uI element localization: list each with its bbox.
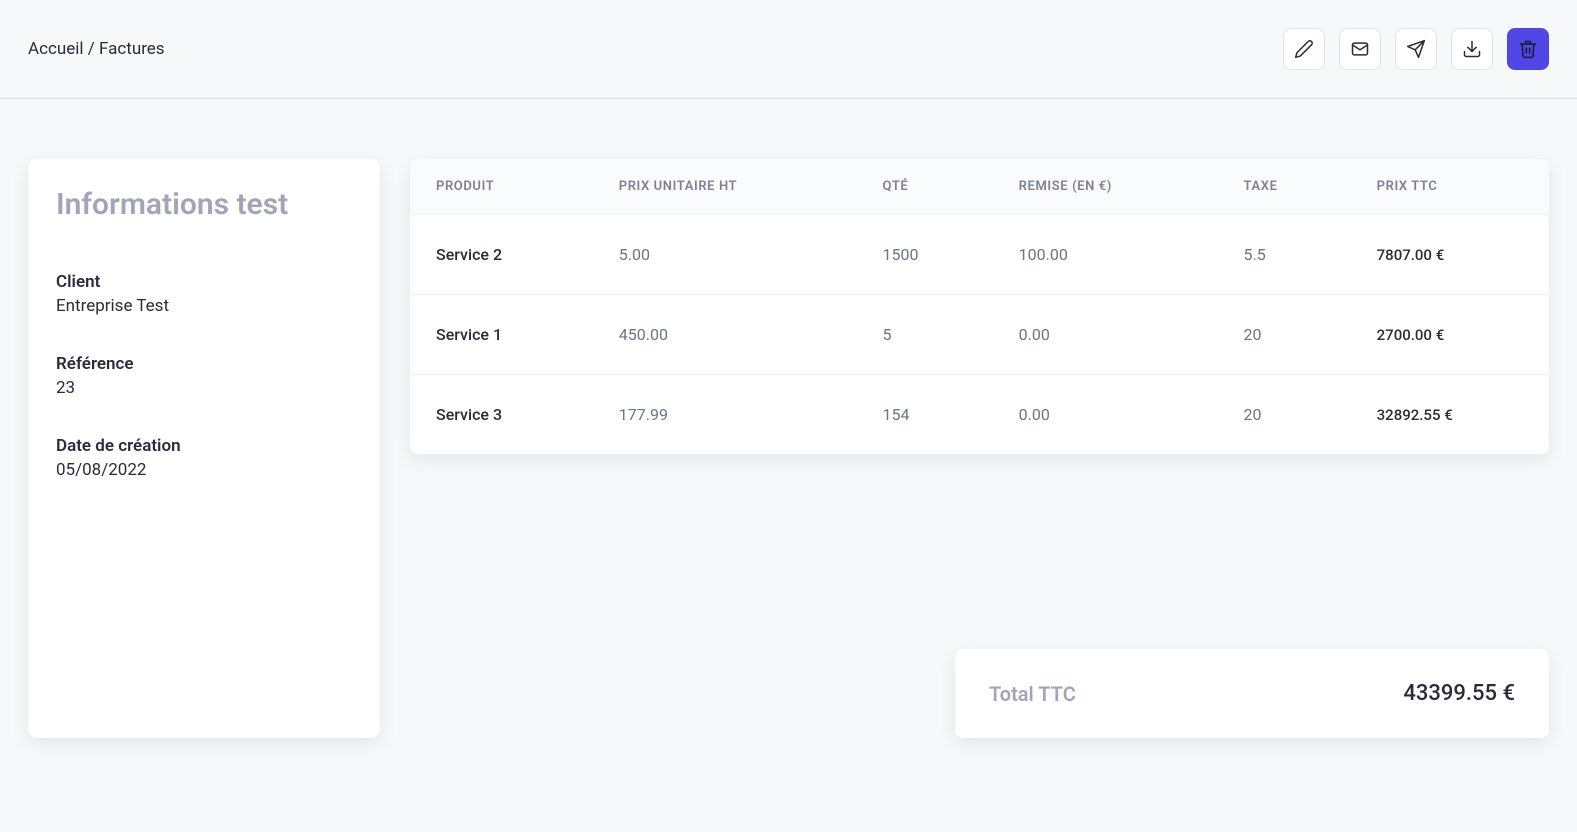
pencil-icon xyxy=(1294,39,1314,59)
mail-icon xyxy=(1350,39,1370,59)
th-qty: QTÉ xyxy=(857,159,993,215)
breadcrumb-home-link[interactable]: Accueil xyxy=(28,39,84,59)
total-value: 43399.55 € xyxy=(1403,681,1515,706)
send-button[interactable] xyxy=(1395,28,1437,70)
total-label: Total TTC xyxy=(989,682,1076,706)
table-row: Service 2 5.00 1500 100.00 5.5 7807.00 € xyxy=(410,215,1549,295)
delete-button[interactable] xyxy=(1507,28,1549,70)
info-value-client: Entreprise Test xyxy=(56,296,352,316)
info-card-title: Informations test xyxy=(56,187,352,222)
line-items-table: PRODUIT PRIX UNITAIRE HT QTÉ REMISE (EN … xyxy=(410,159,1549,454)
cell-qty: 5 xyxy=(857,295,993,375)
th-discount: REMISE (EN €) xyxy=(993,159,1218,215)
info-group-reference: Référence 23 xyxy=(56,354,352,398)
trash-icon xyxy=(1518,39,1538,59)
info-label-date: Date de création xyxy=(56,436,352,456)
page-header: Accueil / Factures xyxy=(0,0,1577,99)
cell-qty: 154 xyxy=(857,375,993,455)
cell-unit-price: 5.00 xyxy=(593,215,857,295)
th-unit-price: PRIX UNITAIRE HT xyxy=(593,159,857,215)
table-header-row: PRODUIT PRIX UNITAIRE HT QTÉ REMISE (EN … xyxy=(410,159,1549,215)
table-row: Service 1 450.00 5 0.00 20 2700.00 € xyxy=(410,295,1549,375)
email-button[interactable] xyxy=(1339,28,1381,70)
breadcrumb: Accueil / Factures xyxy=(28,39,165,59)
cell-discount: 100.00 xyxy=(993,215,1218,295)
breadcrumb-separator: / xyxy=(84,39,99,59)
th-price-ttc: PRIX TTC xyxy=(1351,159,1549,215)
download-icon xyxy=(1462,39,1482,59)
info-label-reference: Référence xyxy=(56,354,352,374)
edit-button[interactable] xyxy=(1283,28,1325,70)
cell-discount: 0.00 xyxy=(993,375,1218,455)
cell-product: Service 2 xyxy=(410,215,593,295)
main-area: PRODUIT PRIX UNITAIRE HT QTÉ REMISE (EN … xyxy=(410,159,1549,738)
line-items-table-card: PRODUIT PRIX UNITAIRE HT QTÉ REMISE (EN … xyxy=(410,159,1549,454)
table-row: Service 3 177.99 154 0.00 20 32892.55 € xyxy=(410,375,1549,455)
cell-product: Service 3 xyxy=(410,375,593,455)
cell-unit-price: 450.00 xyxy=(593,295,857,375)
download-button[interactable] xyxy=(1451,28,1493,70)
paper-plane-icon xyxy=(1406,39,1426,59)
cell-product: Service 1 xyxy=(410,295,593,375)
cell-discount: 0.00 xyxy=(993,295,1218,375)
info-group-date: Date de création 05/08/2022 xyxy=(56,436,352,480)
breadcrumb-current: Factures xyxy=(99,39,165,59)
total-card: Total TTC 43399.55 € xyxy=(955,649,1549,738)
cell-unit-price: 177.99 xyxy=(593,375,857,455)
cell-qty: 1500 xyxy=(857,215,993,295)
th-product: PRODUIT xyxy=(410,159,593,215)
action-bar xyxy=(1283,28,1549,70)
info-value-reference: 23 xyxy=(56,378,352,398)
info-group-client: Client Entreprise Test xyxy=(56,272,352,316)
th-tax: TAXE xyxy=(1218,159,1351,215)
cell-price-ttc: 32892.55 € xyxy=(1351,375,1549,455)
info-value-date: 05/08/2022 xyxy=(56,460,352,480)
cell-tax: 20 xyxy=(1218,375,1351,455)
cell-price-ttc: 2700.00 € xyxy=(1351,295,1549,375)
info-label-client: Client xyxy=(56,272,352,292)
cell-tax: 20 xyxy=(1218,295,1351,375)
cell-price-ttc: 7807.00 € xyxy=(1351,215,1549,295)
info-card: Informations test Client Entreprise Test… xyxy=(28,159,380,738)
main-content: Informations test Client Entreprise Test… xyxy=(0,99,1577,766)
cell-tax: 5.5 xyxy=(1218,215,1351,295)
